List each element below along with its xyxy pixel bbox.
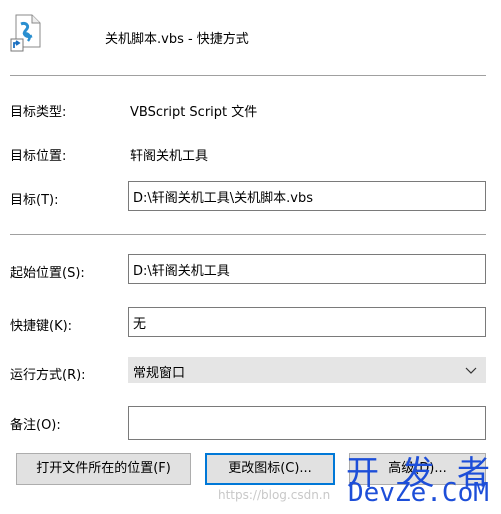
target-type-label: 目标类型: [10,105,67,120]
hotkey-input[interactable]: 无 [128,307,486,337]
target-label: 目标(T): [10,193,59,208]
run-mode-select[interactable]: 常规窗口 [128,357,486,383]
target-location-value: 轩阁关机工具 [130,149,209,164]
run-mode-value: 常规窗口 [133,366,186,381]
start-in-label: 起始位置(S): [10,266,85,281]
comment-input[interactable] [128,406,486,440]
watermark-site-text: DevZe.CoM [348,478,489,508]
open-file-location-button[interactable]: 打开文件所在的位置(F) [16,453,191,485]
chevron-down-icon [465,364,477,376]
start-in-input[interactable]: D:\轩阁关机工具 [128,254,486,284]
watermark-url: https://blog.csdn.n [218,488,331,502]
change-icon-button[interactable]: 更改图标(C)... [205,453,335,485]
vbs-shortcut-file-icon [10,14,44,52]
separator [10,75,486,76]
shortcut-title: 关机脚本.vbs - 快捷方式 [105,32,249,47]
target-type-value: VBScript Script 文件 [130,105,258,120]
run-mode-label: 运行方式(R): [10,368,86,383]
hotkey-label: 快捷键(K): [10,319,73,334]
comment-label: 备注(O): [10,418,61,433]
separator [10,234,486,235]
target-input[interactable]: D:\轩阁关机工具\关机脚本.vbs [128,181,486,211]
target-location-label: 目标位置: [10,149,67,164]
